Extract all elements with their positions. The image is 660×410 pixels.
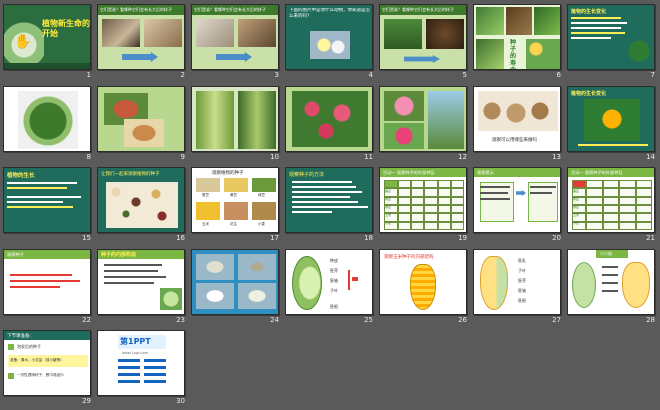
slide-25[interactable]: 种皮 胚芽 胚轴 子叶 胚根 25: [285, 249, 379, 329]
slide-23[interactable]: 种子的内部构造 23: [97, 249, 191, 329]
slide-2-title: 它们是谁？看哪种它们会有长大后的样子: [100, 7, 172, 12]
slide-22[interactable]: 观察种子 22: [3, 249, 97, 329]
slide-30-title: 第1PPT: [120, 337, 151, 346]
slide-6-title: 种子的寿命: [510, 39, 517, 69]
willow-photo-2: [238, 91, 276, 149]
slide-18-title: 观察种子的方法: [289, 172, 325, 178]
slide-4-title: 下面的图片中是你什么动物，你知道是怎么来的吗？: [289, 8, 370, 19]
slide-20-title: 观察提示: [477, 170, 494, 175]
bean-diagram: [292, 256, 322, 310]
slide-4[interactable]: 下面的图片中是你什么动物，你知道是怎么来的吗？ 4: [285, 4, 379, 84]
slide-9[interactable]: 9: [97, 86, 191, 166]
slide-15[interactable]: 植物的生长 15: [3, 167, 97, 247]
corn-section-diagram: [480, 256, 508, 310]
begonia-photo: [292, 91, 368, 147]
plant-photo: [18, 91, 78, 149]
slide-22-title: 观察种子: [7, 252, 24, 257]
observation-table: [572, 180, 652, 230]
hand-plant-icon: ✋: [14, 34, 32, 50]
observation-table: [384, 180, 464, 230]
slide-12[interactable]: 12: [379, 86, 473, 166]
growing-tree-image: [624, 39, 654, 69]
slide-13-caption: 观察可以用哪些来做吗: [492, 138, 537, 143]
slide-7-title: 植物的生长变化: [571, 9, 607, 15]
slide-16[interactable]: 让我们一起来观察植物的种子 16: [97, 167, 191, 247]
slide-1[interactable]: ✋ 植物新生命的开始 1: [3, 4, 97, 84]
slide-5-title: 它们是谁？看哪种它们会有长大后的样子: [382, 7, 454, 12]
bulbs-photo: [478, 91, 558, 131]
slide-3-title: 它们是谁？看哪种它们会有长大后的样子: [194, 7, 266, 12]
slide-19[interactable]: 活动一 观察种子的外部特征 蚕豆 黄豆 绿豆 玉米 小麦 19: [379, 167, 473, 247]
tuber-photo: [124, 119, 164, 147]
puppy-photo: [144, 19, 182, 47]
mixed-seeds-photo: [106, 182, 178, 228]
sprout-photo: [384, 19, 422, 49]
slide-29[interactable]: 下节课准备： 泡发后的种子 准备：清水、小花盆（或小罐等） 一次性透明杯子、餐巾…: [3, 330, 97, 410]
chicks-eggs-photo: [310, 31, 350, 59]
slide-21[interactable]: 活动一 观察种子的外部特征 蚕豆 黄豆 绿豆 玉米 小麦 21: [567, 167, 660, 247]
slide-3[interactable]: 它们是谁？看哪种它们会有长大后的样子 3: [191, 4, 285, 84]
slide-23-title: 种子的内部构造: [101, 252, 137, 258]
flower-photo-1: [384, 91, 424, 121]
slide-24[interactable]: 24: [191, 249, 285, 329]
flower-photo-2: [428, 91, 464, 149]
slide-19-title: 活动一 观察种子的外部特征: [383, 170, 435, 175]
flower-photo-3: [384, 123, 424, 149]
seed-pile-photo: [426, 19, 464, 49]
slide-2[interactable]: 它们是谁？看哪种它们会有长大后的样子 2: [97, 4, 191, 84]
slide-15-title: 植物的生长: [7, 173, 35, 179]
willow-photo-1: [196, 91, 234, 149]
slide-20[interactable]: 观察提示 20: [473, 167, 567, 247]
corn-kernel-diagram: [410, 264, 436, 310]
slide-29-title: 下节课准备：: [7, 334, 34, 339]
slide-17[interactable]: 观察植物的种子 蚕豆 黄豆 绿豆 玉米 花生 小麦 17: [191, 167, 285, 247]
slide-1-title: 植物新生命的开始: [42, 19, 90, 38]
slide-11[interactable]: 11: [285, 86, 379, 166]
slide-26[interactable]: 观察玉米种子的内部结构 26: [379, 249, 473, 329]
slide-21-title: 活动一 观察种子的外部特征: [571, 170, 623, 175]
slide-14[interactable]: 植物的生长变化 14: [567, 86, 660, 166]
slide-14-title: 植物的生长变化: [571, 91, 607, 97]
slide-28[interactable]: 小小结 28: [567, 249, 660, 329]
slide-16-title: 让我们一起来观察植物的种子: [101, 172, 160, 177]
slide-6[interactable]: 种子的寿命 6: [473, 4, 567, 84]
dog-photo: [102, 19, 140, 47]
slide-30[interactable]: 第1PPT www.1ppt.com 30: [97, 330, 191, 410]
slide-28-title: 小小结: [600, 251, 612, 256]
slide-18[interactable]: 观察种子的方法 18: [285, 167, 379, 247]
slide-13[interactable]: 观察可以用哪些来做吗 13: [473, 86, 567, 166]
seed-cross-section-photo: [160, 288, 182, 310]
slide-8[interactable]: 8: [3, 86, 97, 166]
sunflower-photo: [584, 99, 640, 141]
kitten-photo: [238, 19, 276, 47]
slide-10[interactable]: 10: [191, 86, 285, 166]
slide-17-title: 观察植物的种子: [212, 171, 244, 176]
slide-5[interactable]: 它们是谁？看哪种它们会有长大后的样子 5: [379, 4, 473, 84]
slide-26-title: 观察玉米种子的内部结构: [384, 255, 434, 260]
slide-27[interactable]: 胚乳 子叶 胚芽 胚轴 胚根 27: [473, 249, 567, 329]
slide-7[interactable]: 植物的生长变化 7: [567, 4, 660, 84]
slide-sorter: ✋ 植物新生命的开始 1 它们是谁？看哪种它们会有长大后的样子 2 它们是谁？看…: [0, 0, 660, 410]
cat-photo: [196, 19, 234, 47]
